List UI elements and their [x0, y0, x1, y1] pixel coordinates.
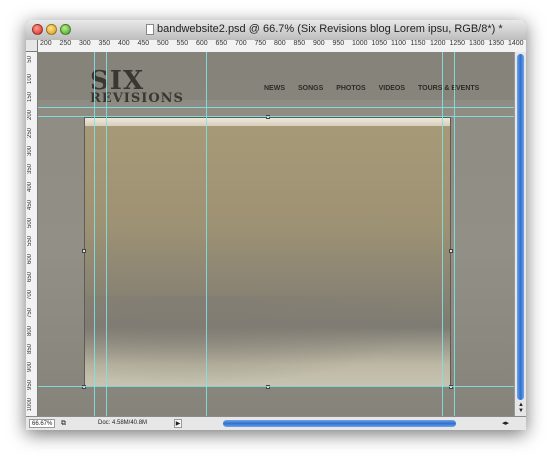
ruler-y-tick-label: 350: [27, 164, 33, 175]
ruler-origin[interactable]: [26, 40, 38, 52]
vertical-ruler[interactable]: 50 100 150 200 250 300 350 400 450 500 550 600 650 70…: [26, 52, 38, 416]
ruler-y-tick-label: 100: [27, 74, 33, 85]
logo-revisions-text: REVISIONS: [90, 91, 184, 106]
photoshop-window: bandwebsite2.psd @ 66.7% (Six Revisions …: [26, 20, 526, 430]
zoom-level-field[interactable]: 66.67%: [29, 419, 55, 428]
ruler-y-tick-label: 800: [27, 326, 33, 337]
status-preview-icon[interactable]: ⧉: [59, 419, 68, 428]
ruler-x-tick-label: 900: [313, 40, 325, 47]
guide-horizontal[interactable]: [38, 107, 514, 108]
ruler-y-tick-label: 150: [27, 92, 33, 103]
ruler-x-tick-label: 650: [215, 40, 228, 47]
torn-paper-edge: [85, 118, 450, 126]
ruler-x-tick-label: 1100: [391, 40, 407, 47]
ruler-y-tick-label: 450: [27, 200, 33, 211]
ruler-y-tick-label: 250: [27, 128, 33, 139]
nav-item-songs: SONGS: [297, 85, 324, 92]
guide-horizontal[interactable]: [38, 386, 514, 387]
ruler-y-tick-label: 700: [27, 290, 33, 301]
transform-handle-left[interactable]: [82, 249, 86, 253]
ruler-x-tick-label: 250: [59, 40, 72, 47]
ruler-y-tick-label: 300: [27, 146, 33, 157]
vertical-scrollbar[interactable]: ▲ ▼: [514, 52, 526, 416]
site-logo: SIX REVISIONS: [90, 68, 184, 105]
horizontal-scroll-thumb[interactable]: [223, 420, 456, 427]
ruler-x-tick-label: 750: [254, 40, 267, 47]
ruler-x-tick-label: 200: [40, 40, 52, 47]
close-window-button[interactable]: [32, 24, 43, 35]
ruler-x-tick-label: 400: [118, 40, 130, 47]
scroll-right-arrow-icon[interactable]: ▸: [506, 420, 510, 427]
ruler-x-tick-label: 1000: [352, 40, 368, 47]
ruler-y-tick-label: 850: [27, 344, 33, 355]
status-menu-arrow-icon[interactable]: ▶: [174, 419, 182, 428]
vertical-scroll-thumb[interactable]: [517, 54, 524, 400]
ruler-x-tick-label: 1150: [410, 40, 426, 47]
zoom-window-button[interactable]: [60, 24, 71, 35]
document-size-info: Doc: 4.58M/40.8M: [98, 420, 148, 426]
ruler-x-tick-label: 550: [176, 40, 189, 47]
ruler-x-tick-label: 450: [137, 40, 150, 47]
scroll-down-arrow-icon[interactable]: ▼: [518, 408, 524, 414]
ruler-x-tick-label: 1200: [430, 40, 446, 47]
document-canvas[interactable]: SIX REVISIONS NEWS SONGS PHOTOS VIDEOS T…: [38, 52, 514, 416]
transform-handle-right[interactable]: [449, 249, 453, 253]
site-nav: NEWS SONGS PHOTOS VIDEOS TOURS & EVENTS: [264, 85, 490, 92]
nav-item-videos: VIDEOS: [378, 85, 406, 92]
ruler-x-tick-label: 1400: [508, 40, 524, 47]
ruler-y-tick-label: 600: [27, 254, 33, 265]
ruler-x-tick-label: 350: [98, 40, 111, 47]
title-bar[interactable]: bandwebsite2.psd @ 66.7% (Six Revisions …: [26, 20, 526, 41]
ruler-x-tick-label: 950: [332, 40, 345, 47]
nav-item-tours: TOURS & EVENTS: [418, 85, 480, 92]
ruler-y-tick-label: 1000: [27, 398, 33, 412]
content-panel[interactable]: [84, 117, 451, 387]
horizontal-scroll-arrows[interactable]: ◂▸: [502, 419, 509, 427]
ruler-x-tick-label: 800: [274, 40, 286, 47]
ruler-x-tick-label: 600: [196, 40, 208, 47]
ruler-x-tick-label: 1350: [488, 40, 505, 47]
ruler-y-tick-label: 400: [27, 182, 33, 193]
status-bar: 66.67% ⧉ Doc: 4.58M/40.8M ▶ ◂▸: [26, 416, 526, 430]
ruler-x-tick-label: 1250: [449, 40, 466, 47]
nav-item-photos: PHOTOS: [336, 85, 366, 92]
ruler-y-tick-label: 950: [27, 380, 33, 391]
ruler-x-tick-label: 850: [293, 40, 306, 47]
ruler-y-tick-label: 50: [27, 56, 33, 63]
ruler-y-tick-label: 900: [27, 362, 33, 373]
panel-shadow: [85, 296, 450, 386]
nav-item-news: NEWS: [264, 85, 285, 92]
ruler-x-tick-label: 700: [235, 40, 247, 47]
ruler-x-tick-label: 300: [79, 40, 91, 47]
window-title: bandwebsite2.psd @ 66.7% (Six Revisions …: [157, 23, 503, 35]
horizontal-scrollbar[interactable]: [186, 418, 496, 429]
minimize-window-button[interactable]: [46, 24, 57, 35]
document-icon: [146, 24, 154, 35]
ruler-x-tick-label: 1300: [469, 40, 485, 47]
ruler-y-tick-label: 650: [27, 272, 33, 283]
ruler-y-tick-label: 500: [27, 218, 33, 229]
ruler-y-tick-label: 750: [27, 308, 33, 319]
ruler-x-tick-label: 1050: [371, 40, 388, 47]
ruler-y-tick-label: 200: [27, 110, 33, 121]
ruler-x-tick-label: 500: [157, 40, 169, 47]
ruler-y-tick-label: 550: [27, 236, 33, 247]
guide-horizontal[interactable]: [38, 116, 514, 117]
